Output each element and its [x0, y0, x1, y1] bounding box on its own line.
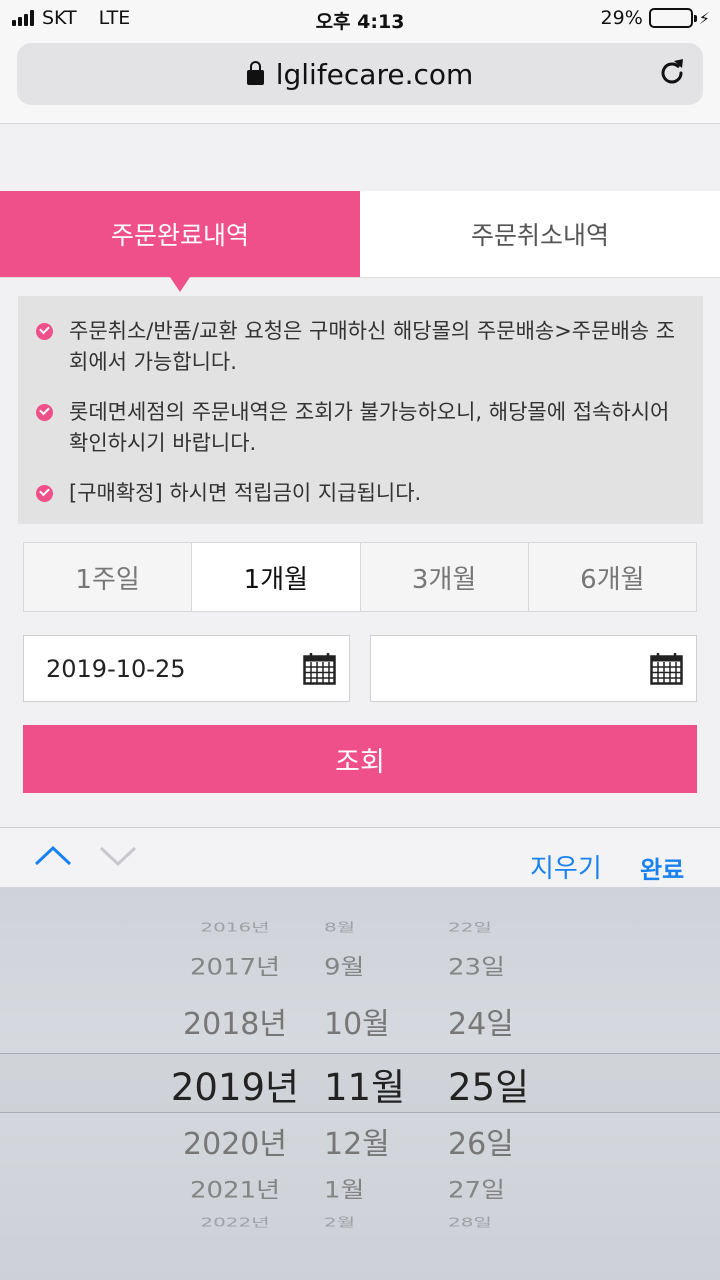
chevron-down-icon[interactable] — [98, 840, 138, 870]
battery-icon — [648, 8, 697, 28]
picker-month-option[interactable]: 2월 — [310, 1213, 420, 1230]
month-wheel[interactable]: 8월 9월 10월 11월 12월 1월 2월 — [310, 887, 420, 1280]
search-button[interactable]: 조회 — [23, 725, 697, 793]
url-text: lglifecare.com — [275, 58, 474, 91]
notice-item: 롯데면세점의 주문내역은 조회가 불가능하오니, 해당몰에 접속하시어 확인하시… — [36, 397, 685, 459]
notice-text: 주문취소/반품/교환 요청은 구매하신 해당몰의 주문배송>주문배송 조회에서 … — [69, 319, 676, 374]
picker-year-selected[interactable]: 2019년 — [160, 1057, 310, 1111]
battery-percent: 29% — [600, 7, 643, 29]
notice-text: 롯데면세점의 주문내역은 조회가 불가능하오니, 해당몰에 접속하시어 확인하시… — [69, 400, 670, 455]
address-bar[interactable]: lglifecare.com — [17, 43, 703, 105]
keyboard-toolbar: 지우기 완료 — [0, 827, 720, 887]
end-date-field[interactable] — [370, 635, 697, 702]
status-bar: SKT LTE 오후 4:13 29% ⚡ — [0, 0, 720, 38]
calendar-icon[interactable] — [650, 652, 683, 685]
picker-day-option[interactable]: 24일 — [430, 999, 550, 1043]
order-tabs: 주문완료내역 주문취소내역 — [0, 191, 720, 292]
picker-day-selected[interactable]: 25일 — [430, 1057, 550, 1111]
picker-day-option[interactable]: 23일 — [430, 950, 550, 981]
picker-year-option[interactable]: 2020년 — [160, 1119, 310, 1163]
notice-text: [구매확정] 하시면 적립금이 지급됩니다. — [69, 481, 422, 505]
picker-year-option[interactable]: 2021년 — [160, 1173, 310, 1204]
check-circle-icon — [36, 485, 53, 502]
picker-month-option[interactable]: 10월 — [310, 999, 420, 1043]
period-1-week-button[interactable]: 1주일 — [24, 543, 193, 611]
period-selector: 1주일 1개월 3개월 6개월 — [23, 542, 697, 612]
picker-month-option[interactable]: 8월 — [310, 918, 420, 935]
chevron-up-icon[interactable] — [33, 840, 73, 870]
picker-month-option[interactable]: 12월 — [310, 1119, 420, 1163]
picker-day-option[interactable]: 27일 — [430, 1173, 550, 1204]
date-picker[interactable]: 2016년 2017년 2018년 2019년 2020년 2021년 2022… — [0, 887, 720, 1280]
notice-item: 주문취소/반품/교환 요청은 구매하신 해당몰의 주문배송>주문배송 조회에서 … — [36, 316, 685, 378]
clear-button[interactable]: 지우기 — [530, 848, 602, 885]
tab-order-complete[interactable]: 주문완료내역 — [0, 191, 360, 292]
picker-year-option[interactable]: 2018년 — [160, 999, 310, 1043]
notice-box: 주문취소/반품/교환 요청은 구매하신 해당몰의 주문배송>주문배송 조회에서 … — [18, 296, 703, 524]
picker-year-option[interactable]: 2022년 — [160, 1213, 310, 1230]
check-circle-icon — [36, 404, 53, 421]
picker-month-option[interactable]: 1월 — [310, 1173, 420, 1204]
picker-day-option[interactable]: 22일 — [430, 918, 550, 935]
tab-order-cancel[interactable]: 주문취소내역 — [360, 191, 720, 277]
done-button[interactable]: 완료 — [640, 850, 684, 885]
period-3-months-button[interactable]: 3개월 — [361, 543, 529, 611]
year-wheel[interactable]: 2016년 2017년 2018년 2019년 2020년 2021년 2022… — [160, 887, 310, 1280]
picker-month-selected[interactable]: 11월 — [310, 1057, 420, 1111]
picker-year-option[interactable]: 2017년 — [160, 950, 310, 981]
period-6-months-button[interactable]: 6개월 — [529, 543, 696, 611]
calendar-icon[interactable] — [303, 652, 336, 685]
start-date-value: 2019-10-25 — [46, 655, 186, 683]
notice-item: [구매확정] 하시면 적립금이 지급됩니다. — [36, 478, 685, 509]
day-wheel[interactable]: 22일 23일 24일 25일 26일 27일 28일 — [430, 887, 550, 1280]
start-date-field[interactable]: 2019-10-25 — [23, 635, 350, 702]
picker-month-option[interactable]: 9월 — [310, 950, 420, 981]
check-circle-icon — [36, 323, 53, 340]
charging-icon: ⚡ — [698, 8, 710, 28]
picker-day-option[interactable]: 26일 — [430, 1119, 550, 1163]
lock-icon — [246, 61, 264, 85]
browser-toolbar: lglifecare.com — [0, 38, 720, 124]
picker-day-option[interactable]: 28일 — [430, 1213, 550, 1230]
period-1-month-button[interactable]: 1개월 — [192, 543, 361, 611]
reload-icon[interactable] — [657, 58, 687, 88]
picker-year-option[interactable]: 2016년 — [160, 918, 310, 935]
